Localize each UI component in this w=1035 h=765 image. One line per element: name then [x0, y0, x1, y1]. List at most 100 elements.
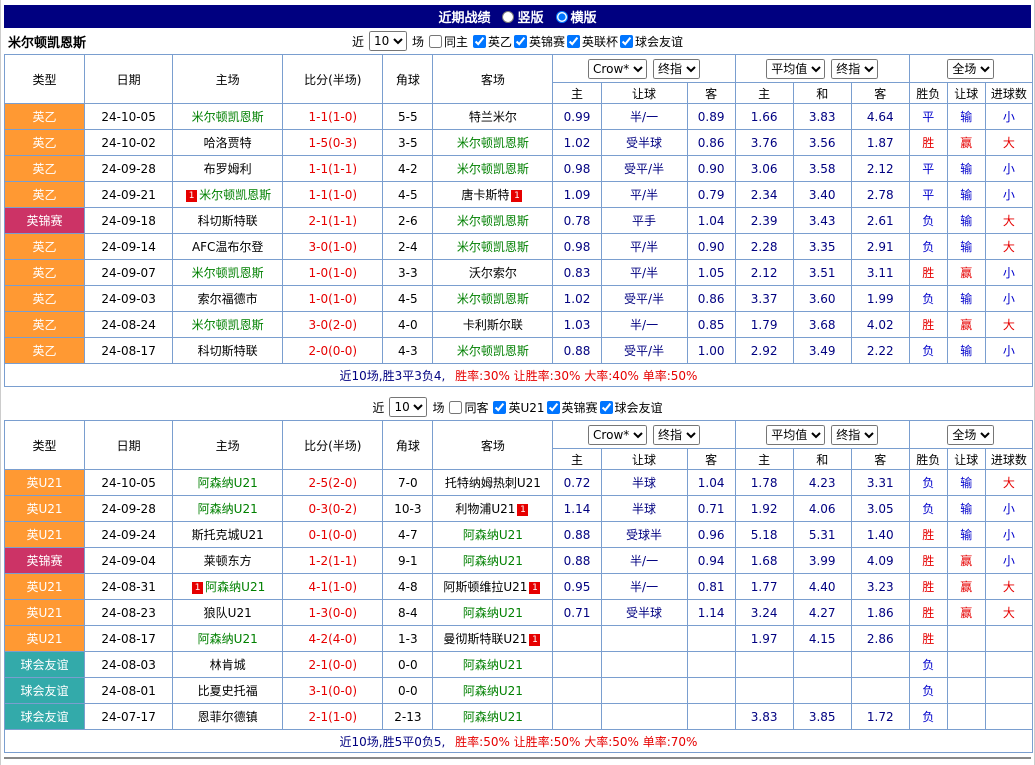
- score-cell[interactable]: 1-1(1-1): [283, 156, 383, 182]
- average-select[interactable]: 平均值: [766, 59, 825, 79]
- home-team-link[interactable]: 米尔顿凯恩斯: [192, 318, 264, 332]
- league-checkbox[interactable]: [547, 401, 560, 414]
- league-filter[interactable]: 球会友谊: [620, 33, 683, 50]
- home-team-link[interactable]: 科切斯特联: [198, 214, 258, 228]
- home-team-link[interactable]: 米尔顿凯恩斯: [199, 188, 271, 202]
- league-checkbox[interactable]: [600, 401, 613, 414]
- score-cell[interactable]: 3-0(2-0): [283, 312, 383, 338]
- score-cell[interactable]: 4-1(1-0): [283, 574, 383, 600]
- bookmaker-select[interactable]: Crow*: [588, 59, 647, 79]
- league-filter[interactable]: 英联杯: [567, 33, 618, 50]
- home-team-link[interactable]: 阿森纳U21: [198, 476, 258, 490]
- home-team-link[interactable]: 莱顿东方: [204, 554, 252, 568]
- average-select[interactable]: 平均值: [766, 425, 825, 445]
- bookmaker-select[interactable]: Crow*: [588, 425, 647, 445]
- venue-filter[interactable]: 同客: [449, 399, 488, 416]
- away-team-link[interactable]: 特兰米尔: [469, 110, 517, 124]
- score-cell[interactable]: 2-1(0-0): [283, 652, 383, 678]
- horizontal-radio[interactable]: [556, 11, 568, 23]
- home-team-link[interactable]: 林肯城: [210, 658, 246, 672]
- score-cell[interactable]: 2-0(0-0): [283, 338, 383, 364]
- odds-home-cell: 0.71: [553, 600, 601, 626]
- score-cell[interactable]: 1-1(1-0): [283, 104, 383, 130]
- fulltime-select[interactable]: 全场: [947, 425, 994, 445]
- venue-checkbox[interactable]: [449, 401, 462, 414]
- home-team-link[interactable]: 阿森纳U21: [198, 632, 258, 646]
- home-team-link[interactable]: 哈洛贾特: [204, 136, 252, 150]
- away-team-link[interactable]: 阿森纳U21: [463, 658, 523, 672]
- home-team-link[interactable]: 斯托克城U21: [192, 528, 264, 542]
- league-type-cell: 英U21: [5, 496, 85, 522]
- score-cell[interactable]: 2-1(1-1): [283, 208, 383, 234]
- col-corner: 角球: [383, 55, 433, 104]
- away-team-link[interactable]: 米尔顿凯恩斯: [457, 344, 529, 358]
- home-team-link[interactable]: 阿森纳U21: [198, 502, 258, 516]
- average-time-select[interactable]: 终指: [831, 59, 878, 79]
- home-team-link[interactable]: 阿森纳U21: [205, 580, 265, 594]
- home-team-link[interactable]: AFC温布尔登: [192, 240, 264, 254]
- league-checkbox[interactable]: [514, 35, 527, 48]
- league-checkbox[interactable]: [567, 35, 580, 48]
- score-cell[interactable]: 0-1(0-0): [283, 522, 383, 548]
- average-time-select[interactable]: 终指: [831, 425, 878, 445]
- away-team-link[interactable]: 米尔顿凯恩斯: [457, 240, 529, 254]
- league-filter[interactable]: 英锦赛: [547, 399, 598, 416]
- odds-time-select[interactable]: 终指: [653, 59, 700, 79]
- date-cell: 24-08-23: [85, 600, 173, 626]
- away-team-link[interactable]: 阿森纳U21: [463, 528, 523, 542]
- away-team-link[interactable]: 阿森纳U21: [463, 606, 523, 620]
- score-cell[interactable]: 1-1(1-0): [283, 182, 383, 208]
- score-cell[interactable]: 1-5(0-3): [283, 130, 383, 156]
- league-checkbox[interactable]: [473, 35, 486, 48]
- away-team-link[interactable]: 托特纳姆热刺U21: [445, 476, 541, 490]
- date-cell: 24-10-05: [85, 470, 173, 496]
- layout-option-horizontal[interactable]: 横版: [556, 7, 597, 26]
- score-cell[interactable]: 0-3(0-2): [283, 496, 383, 522]
- score-cell[interactable]: 3-0(1-0): [283, 234, 383, 260]
- league-filter[interactable]: 英U21: [493, 399, 544, 416]
- league-filter[interactable]: 英乙: [473, 33, 512, 50]
- odds-time-select[interactable]: 终指: [653, 425, 700, 445]
- league-filter[interactable]: 球会友谊: [600, 399, 663, 416]
- away-team-link[interactable]: 米尔顿凯恩斯: [457, 162, 529, 176]
- away-team-link[interactable]: 曼彻斯特联U21: [443, 632, 527, 646]
- away-team-link[interactable]: 阿森纳U21: [463, 710, 523, 724]
- layout-option-vertical[interactable]: 竖版: [502, 7, 543, 26]
- home-team-link[interactable]: 索尔福德市: [198, 292, 258, 306]
- venue-filter[interactable]: 同主: [429, 33, 468, 50]
- fulltime-select[interactable]: 全场: [947, 59, 994, 79]
- league-filter[interactable]: 英锦赛: [514, 33, 565, 50]
- away-team-link[interactable]: 阿森纳U21: [463, 684, 523, 698]
- home-team-link[interactable]: 比夏史托福: [198, 684, 258, 698]
- score-cell[interactable]: 2-1(1-0): [283, 704, 383, 730]
- score-cell[interactable]: 1-0(1-0): [283, 260, 383, 286]
- league-checkbox[interactable]: [620, 35, 633, 48]
- score-cell[interactable]: 2-5(2-0): [283, 470, 383, 496]
- away-team-link[interactable]: 利物浦U21: [455, 502, 515, 516]
- score-cell[interactable]: 4-2(4-0): [283, 626, 383, 652]
- home-team-link[interactable]: 米尔顿凯恩斯: [192, 110, 264, 124]
- venue-checkbox[interactable]: [429, 35, 442, 48]
- home-team-link[interactable]: 恩菲尔德镇: [198, 710, 258, 724]
- score-cell[interactable]: 1-2(1-1): [283, 548, 383, 574]
- away-team-link[interactable]: 唐卡斯特: [461, 188, 509, 202]
- away-team-link[interactable]: 米尔顿凯恩斯: [457, 214, 529, 228]
- away-team-link[interactable]: 阿森纳U21: [463, 554, 523, 568]
- handicap-result-cell: 赢: [947, 548, 985, 574]
- recent-count-select[interactable]: 10: [369, 31, 407, 51]
- home-team-link[interactable]: 布罗姆利: [204, 162, 252, 176]
- away-team-link[interactable]: 沃尔索尔: [469, 266, 517, 280]
- score-cell[interactable]: 3-1(0-0): [283, 678, 383, 704]
- score-cell[interactable]: 1-3(0-0): [283, 600, 383, 626]
- league-checkbox[interactable]: [493, 401, 506, 414]
- away-team-link[interactable]: 阿斯顿维拉U21: [443, 580, 527, 594]
- away-team-link[interactable]: 卡利斯尔联: [463, 318, 523, 332]
- home-team-link[interactable]: 狼队U21: [204, 606, 252, 620]
- recent-count-select[interactable]: 10: [389, 397, 427, 417]
- home-team-link[interactable]: 科切斯特联: [198, 344, 258, 358]
- vertical-radio[interactable]: [502, 11, 514, 23]
- away-team-link[interactable]: 米尔顿凯恩斯: [457, 136, 529, 150]
- score-cell[interactable]: 1-0(1-0): [283, 286, 383, 312]
- home-team-link[interactable]: 米尔顿凯恩斯: [192, 266, 264, 280]
- away-team-link[interactable]: 米尔顿凯恩斯: [457, 292, 529, 306]
